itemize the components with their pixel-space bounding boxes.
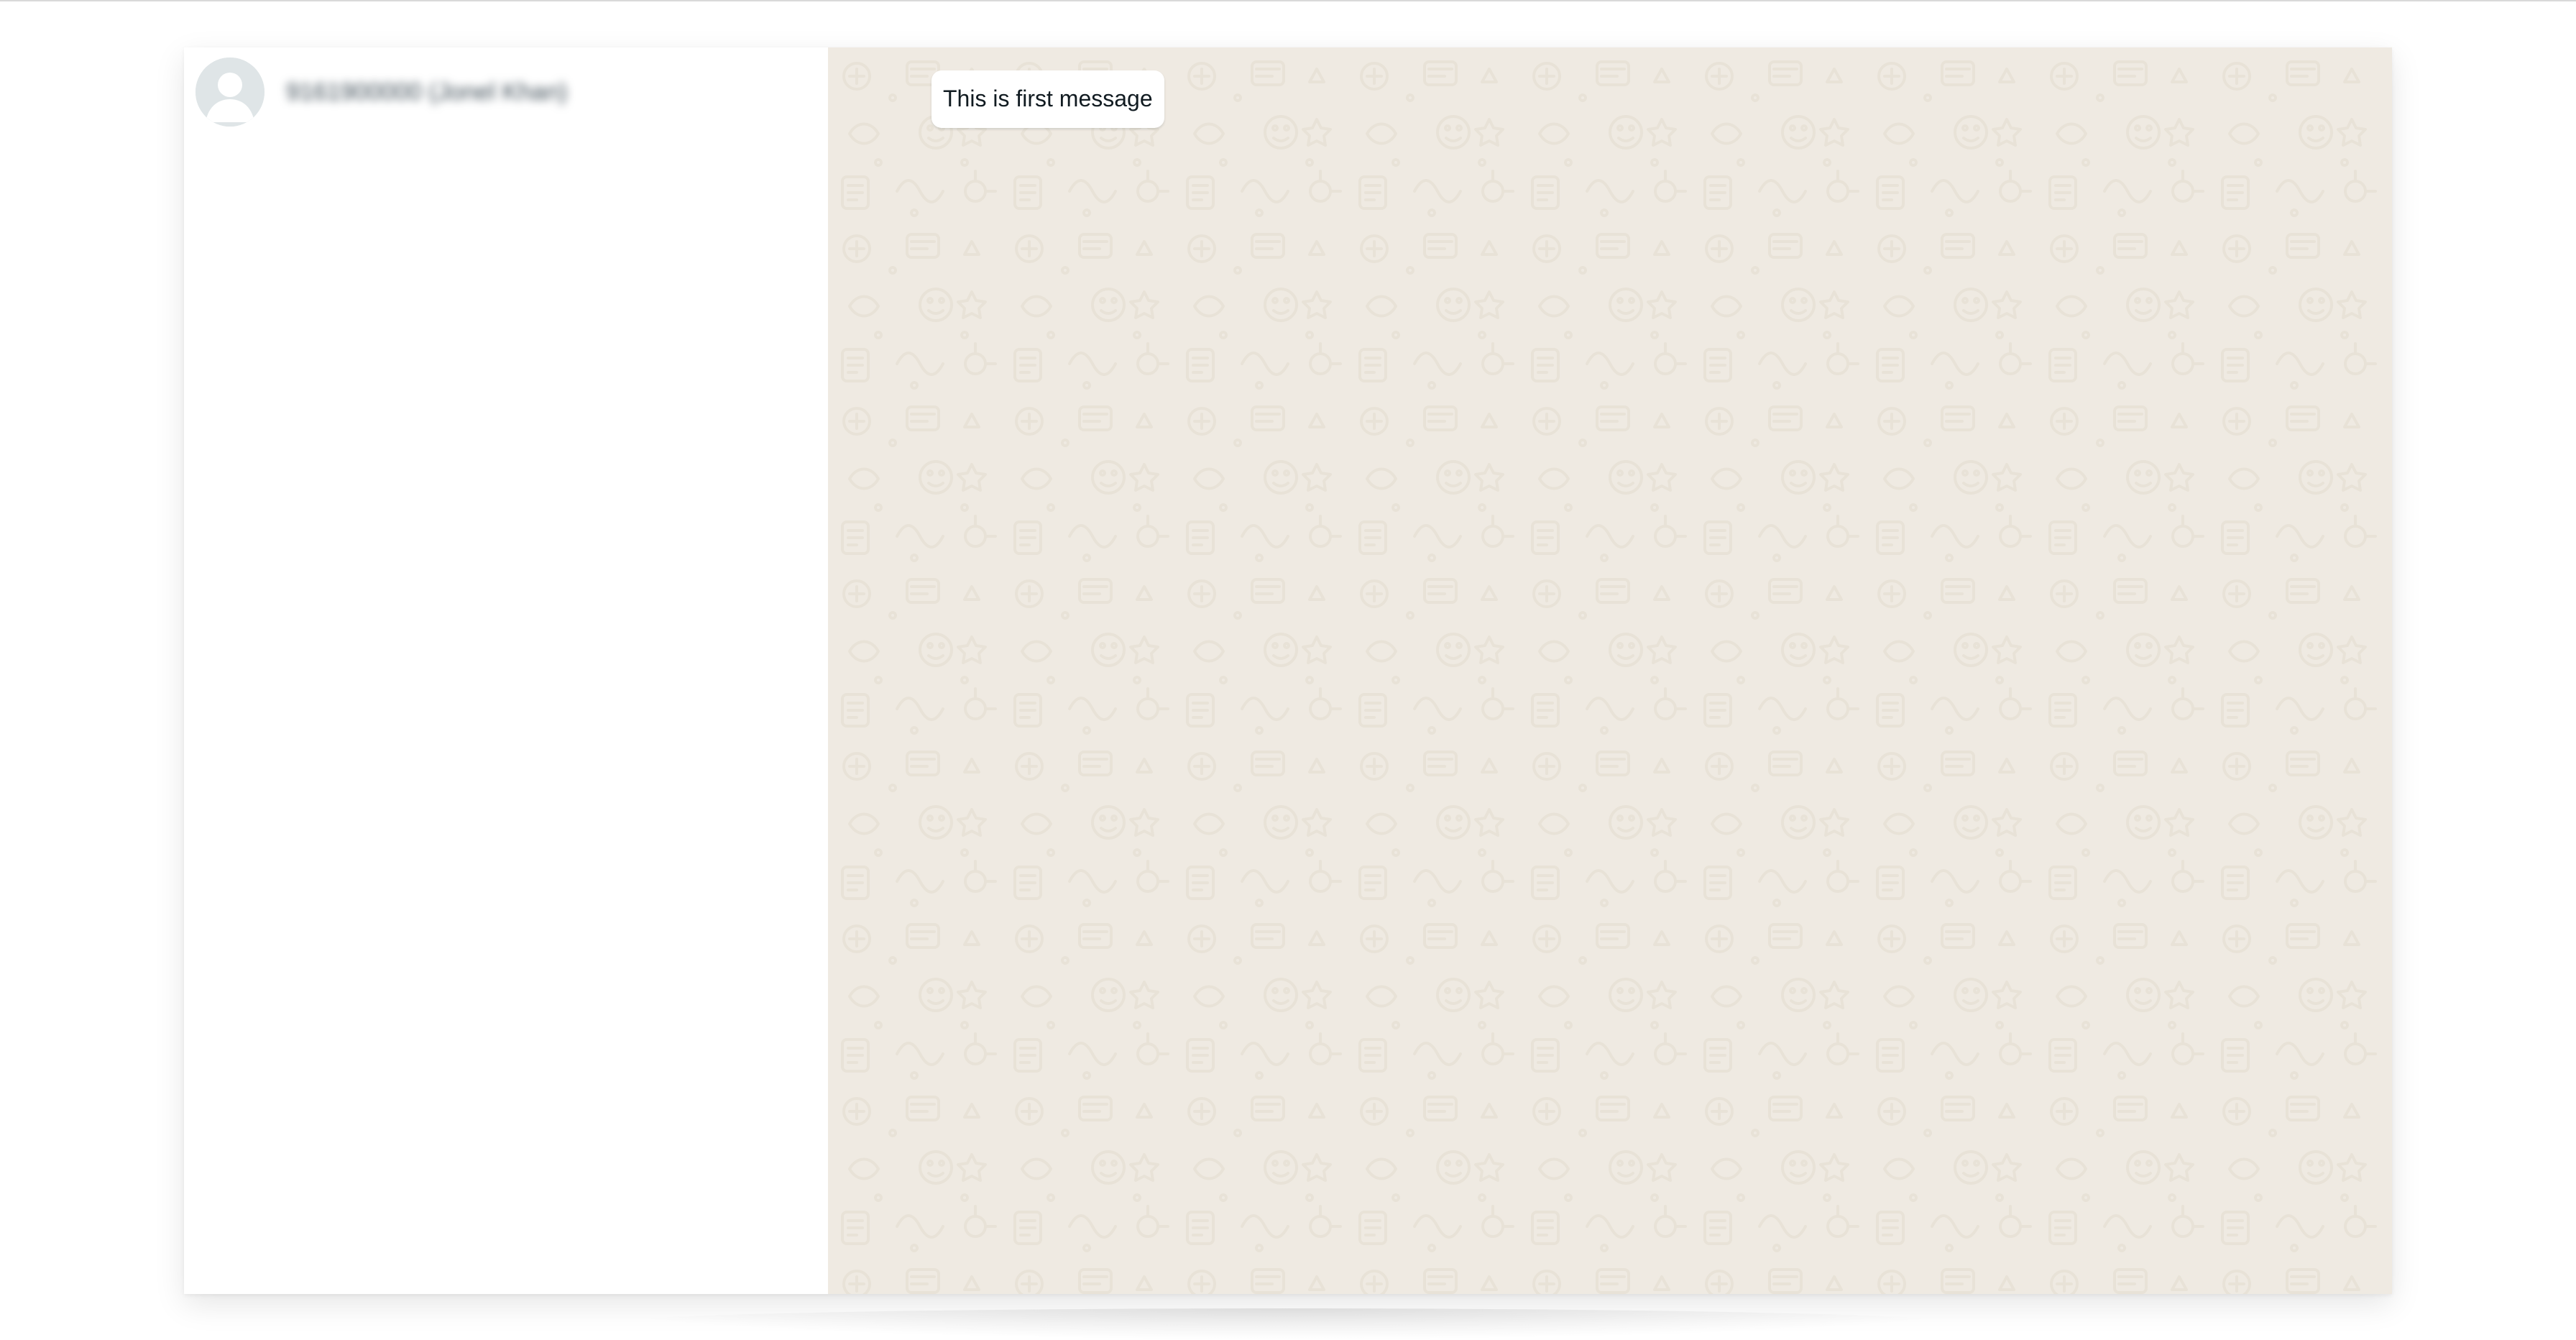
user-avatar-icon	[196, 58, 264, 127]
contact-item[interactable]: 9161900000 (Jonel Khan)	[196, 58, 567, 127]
contact-name: 9161900000 (Jonel Khan)	[286, 78, 568, 106]
chat-doodle-background	[828, 47, 2392, 1294]
window-top-border	[0, 0, 2576, 1]
message-bubble[interactable]: This is first message	[932, 70, 1164, 128]
window-bottom-shadow	[589, 1308, 1984, 1340]
contacts-panel: 9161900000 (Jonel Khan)	[184, 47, 828, 1294]
chat-app-window: 9161900000 (Jonel Khan) This is first me…	[184, 47, 2392, 1294]
chat-conversation-pane[interactable]: This is first message	[828, 47, 2392, 1294]
message-text: This is first message	[943, 86, 1153, 111]
